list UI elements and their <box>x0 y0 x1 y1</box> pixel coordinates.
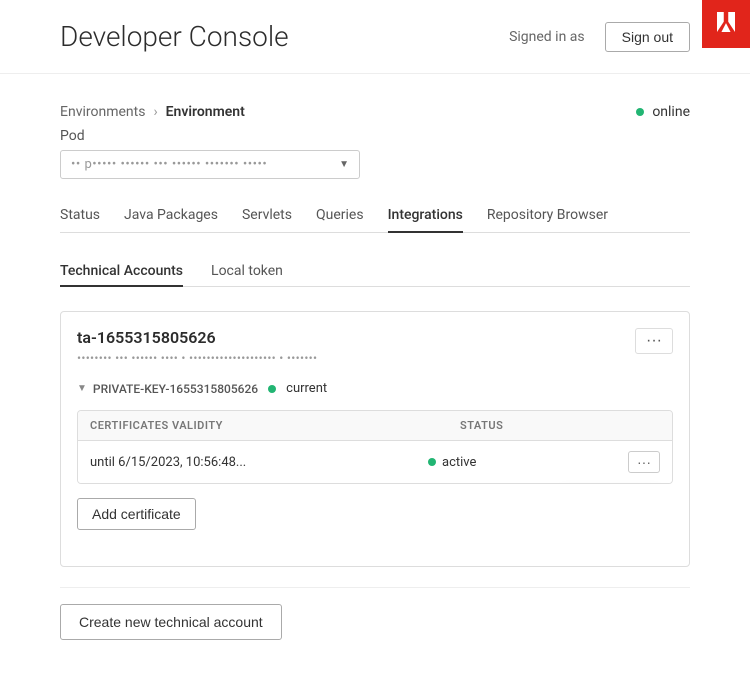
cert-validity: until 6/15/2023, 10:56:48... <box>90 455 428 470</box>
chevron-down-icon: ▼ <box>339 159 349 170</box>
active-status-dot <box>428 458 436 466</box>
breadcrumb: Environments › Environment online <box>60 104 690 120</box>
key-toggle[interactable]: ▼ PRIVATE-KEY-1655315805626 <box>77 382 258 396</box>
status-dot <box>636 108 644 116</box>
adobe-logo-icon <box>714 10 738 39</box>
cert-table-header: CERTIFICATES VALIDITY STATUS <box>78 411 672 441</box>
pod-selector[interactable]: •• p​•••••​ •••••• ​•••​ ••••••​ •••••​•… <box>60 150 360 179</box>
sub-tab-local-token[interactable]: Local token <box>211 257 283 287</box>
account-card: ta-1655315805626 •••••••• ••• •••••• •••… <box>60 311 690 567</box>
tab-repository-browser[interactable]: Repository Browser <box>487 199 608 233</box>
chevron-right-icon: ▼ <box>77 383 87 394</box>
page-title: Developer Console <box>60 20 489 53</box>
main-tabs: Status Java Packages Servlets Queries In… <box>60 199 690 233</box>
sign-out-button[interactable]: Sign out <box>605 22 690 52</box>
account-menu-button[interactable]: ··· <box>635 328 673 354</box>
adobe-logo-bar <box>702 0 750 48</box>
cert-row-menu-button[interactable]: ··· <box>628 451 660 473</box>
tab-integrations[interactable]: Integrations <box>388 199 463 233</box>
private-key-row: ▼ PRIVATE-KEY-1655315805626 current <box>77 377 673 400</box>
breadcrumb-current: Environment <box>166 104 245 120</box>
status-label: online <box>652 104 690 120</box>
tab-status[interactable]: Status <box>60 199 100 233</box>
tab-java-packages[interactable]: Java Packages <box>124 199 218 233</box>
breadcrumb-environments[interactable]: Environments <box>60 104 145 120</box>
certificates-table: CERTIFICATES VALIDITY STATUS until 6/15/… <box>77 410 673 484</box>
col-validity-header: CERTIFICATES VALIDITY <box>90 419 460 432</box>
pod-label: Pod <box>60 128 690 144</box>
signed-in-label: Signed in as <box>509 29 585 45</box>
add-certificate-button[interactable]: Add certificate <box>77 498 196 530</box>
create-technical-account-button[interactable]: Create new technical account <box>60 604 282 640</box>
sub-tabs: Technical Accounts Local token <box>60 257 690 287</box>
section-divider <box>60 587 690 588</box>
tab-servlets[interactable]: Servlets <box>242 199 292 233</box>
sub-tab-technical-accounts[interactable]: Technical Accounts <box>60 257 183 287</box>
tab-queries[interactable]: Queries <box>316 199 364 233</box>
pod-value: •• p​•••••​ •••••• ​•••​ ••••••​ •••••​•… <box>71 157 267 172</box>
cert-status-text: active <box>442 455 476 470</box>
account-detail: •••••••• ••• •••••• •••• • •••••••••••••… <box>77 351 317 365</box>
account-header: ta-1655315805626 •••••••• ••• •••••• •••… <box>77 328 673 365</box>
header: Developer Console Signed in as Sign out <box>0 0 750 74</box>
breadcrumb-separator: › <box>153 104 157 120</box>
current-label: current <box>286 381 327 396</box>
table-row: until 6/15/2023, 10:56:48... active ··· … <box>78 441 672 483</box>
current-status-dot <box>268 385 276 393</box>
cert-row-container: until 6/15/2023, 10:56:48... active ··· … <box>78 441 672 483</box>
account-info: ta-1655315805626 •••••••• ••• •••••• •••… <box>77 328 317 365</box>
key-name: PRIVATE-KEY-1655315805626 <box>93 382 258 396</box>
account-id: ta-1655315805626 <box>77 328 317 347</box>
main-content: Environments › Environment online Pod ••… <box>0 74 750 670</box>
cert-status-cell: active <box>428 455 628 470</box>
col-status-header: STATUS <box>460 419 660 432</box>
